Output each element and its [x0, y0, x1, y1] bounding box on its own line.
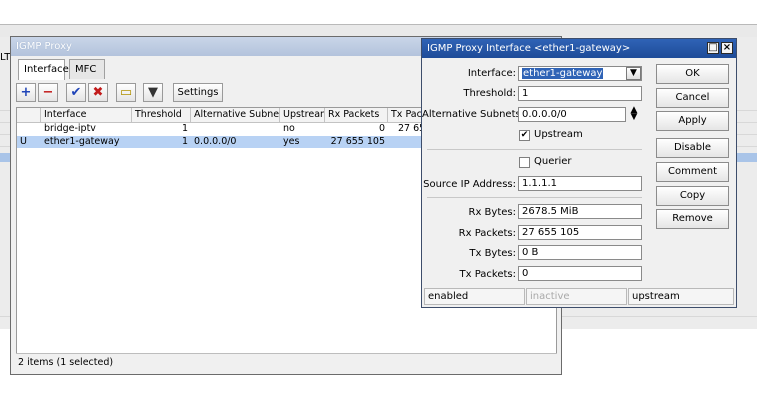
threshold-label: Threshold:	[463, 88, 516, 99]
comment-button[interactable]: ▭	[116, 83, 136, 102]
column-header-flag[interactable]	[17, 108, 41, 122]
rx-bytes-value: 2678.5 MiB	[518, 204, 642, 219]
restore-icon[interactable]: □	[707, 42, 719, 54]
tab-interface[interactable]: Interface	[18, 59, 69, 80]
app-background-top	[0, 0, 757, 24]
column-header-rx-packets[interactable]: Rx Packets	[325, 108, 388, 122]
source-ip-input[interactable]: 1.1.1.1	[518, 176, 642, 191]
interface-select[interactable]: ether1-gateway	[518, 66, 642, 81]
upstream-checkbox[interactable]: ✔	[519, 130, 530, 141]
cancel-button[interactable]: Cancel	[656, 88, 729, 108]
column-header-alt-subnets[interactable]: Alternative Subnets	[191, 108, 280, 122]
rx-bytes-label: Rx Bytes:	[468, 207, 516, 218]
tx-bytes-value: 0 B	[518, 245, 642, 260]
status-inactive: inactive	[526, 288, 627, 305]
rx-packets-label: Rx Packets:	[458, 228, 516, 239]
remove-button[interactable]: −	[38, 83, 58, 102]
tx-packets-value: 0	[518, 266, 642, 281]
section-divider	[427, 149, 642, 150]
row-interface: ether1-gateway	[44, 136, 120, 147]
disable-button[interactable]: Disable	[656, 138, 729, 158]
row-interface: bridge-iptv	[44, 123, 96, 134]
ok-button[interactable]: OK	[656, 64, 729, 84]
threshold-input[interactable]: 1	[518, 86, 642, 101]
dialog-titlebar[interactable]: IGMP Proxy Interface <ether1-gateway> □ …	[422, 39, 736, 58]
interface-label: Interface:	[467, 68, 516, 79]
tx-bytes-label: Tx Bytes:	[469, 248, 516, 259]
alt-subnets-label: Alternative Subnets:	[422, 109, 525, 120]
tx-packets-label: Tx Packets:	[459, 269, 517, 280]
row-rx-packets: 0	[378, 123, 385, 134]
remove-button[interactable]: Remove	[656, 209, 729, 229]
copy-button[interactable]: Copy	[656, 186, 729, 206]
igmp-proxy-interface-dialog: IGMP Proxy Interface <ether1-gateway> □ …	[421, 38, 737, 308]
rx-packets-value: 27 655 105	[518, 225, 642, 240]
section-divider	[427, 197, 642, 198]
settings-button[interactable]: Settings	[173, 83, 223, 102]
column-header-upstream[interactable]: Upstream	[280, 108, 325, 122]
items-status: 2 items (1 selected)	[16, 353, 557, 370]
apply-button[interactable]: Apply	[656, 111, 729, 131]
interface-select-value: ether1-gateway	[522, 68, 604, 79]
column-header-threshold[interactable]: Threshold	[132, 108, 191, 122]
source-ip-label: Source IP Address:	[423, 179, 516, 190]
status-upstream: upstream	[628, 288, 734, 305]
row-alt-subnets: 0.0.0.0/0	[194, 136, 237, 147]
column-header-interface[interactable]: Interface	[41, 108, 132, 122]
row-flag: U	[20, 136, 27, 147]
close-icon[interactable]: ×	[721, 42, 733, 54]
add-button[interactable]: +	[16, 83, 36, 102]
comment-button[interactable]: Comment	[656, 162, 729, 182]
status-enabled: enabled	[424, 288, 525, 305]
updown-arrows-icon[interactable]: ▲ ▼	[629, 106, 639, 122]
row-threshold: 1	[181, 123, 188, 134]
querier-checkbox[interactable]	[519, 157, 530, 168]
querier-label: Querier	[534, 156, 572, 167]
dropdown-arrow-icon[interactable]: ▼	[626, 67, 641, 80]
row-rx-packets: 27 655 105	[330, 136, 385, 147]
filter-button[interactable]: ▼	[143, 83, 163, 102]
upstream-label: Upstream	[534, 129, 583, 140]
enable-button[interactable]: ✔	[66, 83, 86, 102]
disable-button[interactable]: ✖	[88, 83, 108, 102]
alt-subnets-input[interactable]: 0.0.0.0/0	[518, 107, 626, 122]
tab-mfc[interactable]: MFC	[69, 59, 105, 79]
row-upstream: no	[283, 123, 295, 134]
row-flag	[17, 123, 41, 135]
row-alt-subnets	[191, 123, 280, 135]
dialog-title: IGMP Proxy Interface <ether1-gateway>	[427, 43, 631, 54]
row-upstream: yes	[283, 136, 300, 147]
row-threshold: 1	[181, 136, 188, 147]
